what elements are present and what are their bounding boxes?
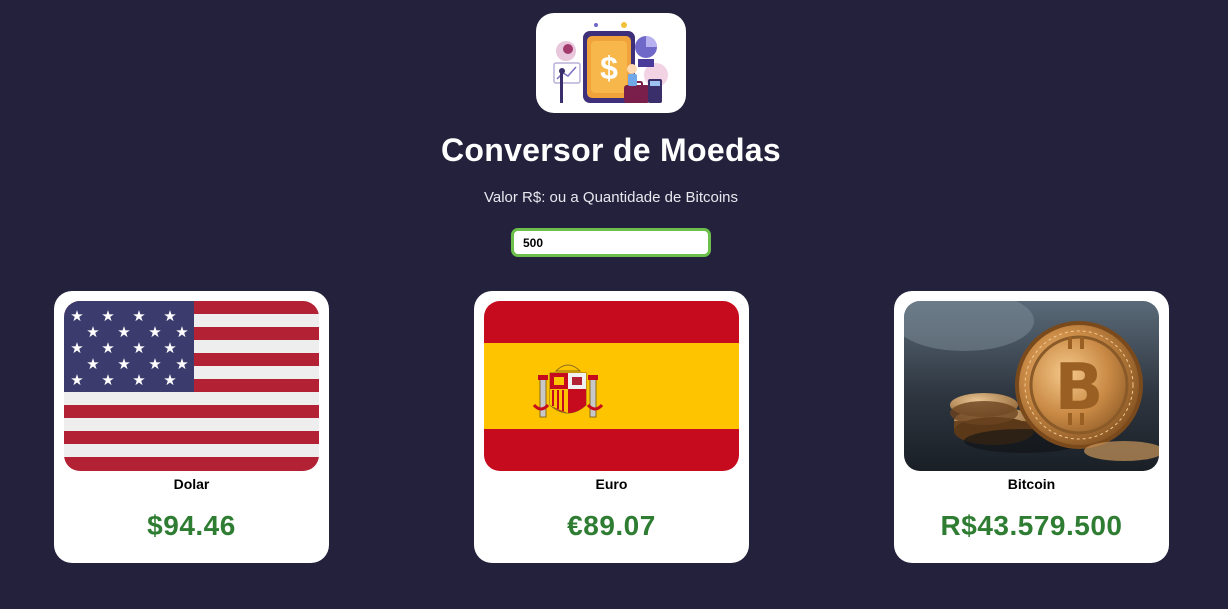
svg-text:★: ★ [117, 355, 130, 373]
usa-flag-icon: ★ ★ ★ ★ ★ ★ ★ ★ ★ ★ ★ ★ ★ ★ ★ ★ ★ ★ ★ ★ [64, 301, 319, 471]
converted-value: R$43.579.500 [940, 510, 1123, 541]
svg-text:★: ★ [86, 323, 99, 341]
app-logo: $ [536, 13, 686, 113]
svg-text:$: $ [600, 50, 618, 86]
svg-text:★: ★ [70, 371, 83, 389]
svg-text:★: ★ [163, 371, 176, 389]
svg-text:★: ★ [175, 355, 188, 373]
svg-text:★: ★ [148, 323, 161, 341]
currency-label: Dolar [173, 476, 210, 492]
svg-text:★: ★ [175, 323, 188, 341]
currency-converter-illustration-icon: $ [553, 22, 668, 103]
svg-text:★: ★ [132, 371, 145, 389]
page-title: Conversor de Moedas [440, 132, 781, 168]
currency-card-euro: Euro €89.07 [474, 291, 749, 563]
svg-text:★: ★ [117, 323, 130, 341]
currency-card-dolar: ★ ★ ★ ★ ★ ★ ★ ★ ★ ★ ★ ★ ★ ★ ★ ★ ★ ★ ★ ★ Dolar $94.46 [54, 291, 329, 563]
svg-text:★: ★ [70, 339, 83, 357]
svg-text:★: ★ [86, 355, 99, 373]
spain-flag-icon [484, 301, 739, 471]
converted-value: €89.07 [567, 510, 656, 541]
currency-label: Euro [595, 476, 628, 492]
svg-text:★: ★ [101, 307, 114, 325]
bitcoin-coins-photo-icon: B [904, 301, 1159, 471]
converted-value: $94.46 [147, 510, 236, 541]
svg-text:★: ★ [132, 339, 145, 357]
svg-text:★: ★ [70, 307, 83, 325]
input-instructions: Valor R$: ou a Quantidade de Bitcoins [483, 189, 739, 206]
svg-text:★: ★ [132, 307, 145, 325]
svg-text:★: ★ [101, 371, 114, 389]
svg-text:★: ★ [101, 339, 114, 357]
svg-text:★: ★ [148, 355, 161, 373]
currency-card-bitcoin: B Bitcoin R$43.579.500 [894, 291, 1169, 563]
currency-label: Bitcoin [1007, 476, 1056, 492]
amount-input[interactable] [511, 228, 711, 257]
svg-text:B: B [1055, 351, 1104, 425]
